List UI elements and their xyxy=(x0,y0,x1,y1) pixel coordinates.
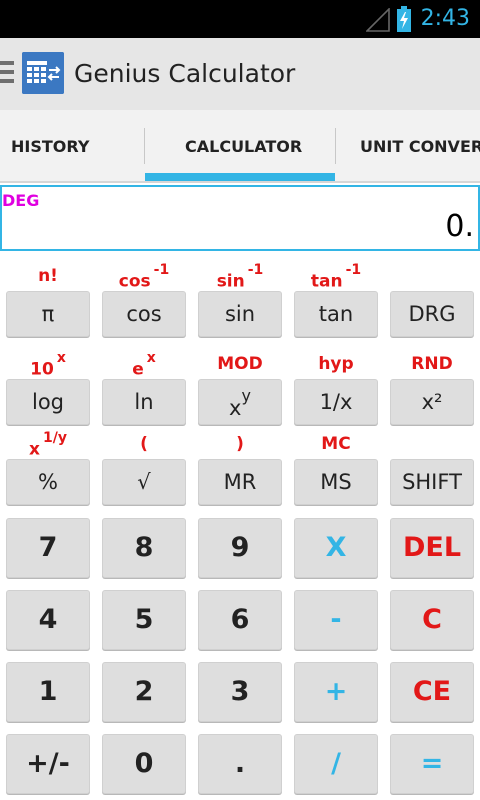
subtract-button[interactable]: - xyxy=(294,590,378,650)
cos-button[interactable]: cos xyxy=(102,291,186,337)
shift-label-arccos: cos-1 xyxy=(118,262,170,292)
shift-button[interactable]: SHIFT xyxy=(390,459,474,505)
tab-underline xyxy=(0,181,480,183)
tab-unit-convert[interactable]: UNIT CONVERT xyxy=(360,110,480,183)
digit-2-button[interactable]: 2 xyxy=(102,662,186,722)
ms-button[interactable]: MS xyxy=(294,459,378,505)
digit-9-button[interactable]: 9 xyxy=(198,518,282,578)
battery-charging-icon xyxy=(397,6,411,32)
shift-label-e-power: ex xyxy=(132,350,156,380)
digit-6-button[interactable]: 6 xyxy=(198,590,282,650)
pi-button[interactable]: π xyxy=(6,291,90,337)
status-bar: 2:43 xyxy=(0,0,480,38)
angle-mode-indicator: DEG xyxy=(2,191,40,210)
square-button[interactable]: x² xyxy=(390,379,474,425)
sin-button[interactable]: sin xyxy=(198,291,282,337)
percent-button[interactable]: % xyxy=(6,459,90,505)
tab-history[interactable]: HISTORY xyxy=(11,110,89,183)
tan-button[interactable]: tan xyxy=(294,291,378,337)
clock: 2:43 xyxy=(420,6,470,31)
digit-8-button[interactable]: 8 xyxy=(102,518,186,578)
shift-label-arctan: tan-1 xyxy=(310,262,362,292)
shift-label-rnd: RND xyxy=(411,354,453,374)
tab-divider xyxy=(335,128,336,164)
add-button[interactable]: + xyxy=(294,662,378,722)
reciprocal-button[interactable]: 1/x xyxy=(294,379,378,425)
digit-3-button[interactable]: 3 xyxy=(198,662,282,722)
clear-entry-button[interactable]: CE xyxy=(390,662,474,722)
shift-label-factorial: n! xyxy=(38,266,58,286)
decimal-button[interactable]: . xyxy=(198,734,282,794)
tab-indicator xyxy=(145,173,335,181)
shift-label-mod: MOD xyxy=(217,354,263,374)
shift-label-mc: MC xyxy=(321,434,351,454)
multiply-button[interactable]: X xyxy=(294,518,378,578)
app-title: Genius Calculator xyxy=(74,59,296,88)
tab-bar: HISTORY CALCULATOR UNIT CONVERT xyxy=(0,110,480,183)
negate-button[interactable]: +/- xyxy=(6,734,90,794)
action-bar: Genius Calculator xyxy=(0,38,480,110)
drawer-menu-icon[interactable] xyxy=(0,61,14,87)
calculator-display: DEG 0. xyxy=(0,185,480,251)
digit-0-button[interactable]: 0 xyxy=(102,734,186,794)
digit-5-button[interactable]: 5 xyxy=(102,590,186,650)
clear-button[interactable]: C xyxy=(390,590,474,650)
digit-4-button[interactable]: 4 xyxy=(6,590,90,650)
equals-button[interactable]: = xyxy=(390,734,474,794)
divide-button[interactable]: / xyxy=(294,734,378,794)
display-value: 0. xyxy=(445,209,474,244)
app-calculator-icon[interactable] xyxy=(22,52,64,94)
shift-label-close-paren: ) xyxy=(236,434,244,454)
shift-label-hyp: hyp xyxy=(318,354,354,374)
digit-1-button[interactable]: 1 xyxy=(6,662,90,722)
shift-label-root-y: x1/y xyxy=(29,430,67,460)
shift-label-open-paren: ( xyxy=(140,434,148,454)
mr-button[interactable]: MR xyxy=(198,459,282,505)
ln-button[interactable]: ln xyxy=(102,379,186,425)
sqrt-button[interactable]: √ xyxy=(102,459,186,505)
digit-7-button[interactable]: 7 xyxy=(6,518,90,578)
power-button[interactable]: xy xyxy=(198,379,282,425)
tab-divider xyxy=(144,128,145,164)
log-button[interactable]: log xyxy=(6,379,90,425)
drg-button[interactable]: DRG xyxy=(390,291,474,337)
shift-label-arcsin: sin-1 xyxy=(216,262,264,292)
shift-label-ten-power: 10x xyxy=(30,350,66,380)
delete-button[interactable]: DEL xyxy=(390,518,474,578)
signal-icon xyxy=(366,8,390,32)
